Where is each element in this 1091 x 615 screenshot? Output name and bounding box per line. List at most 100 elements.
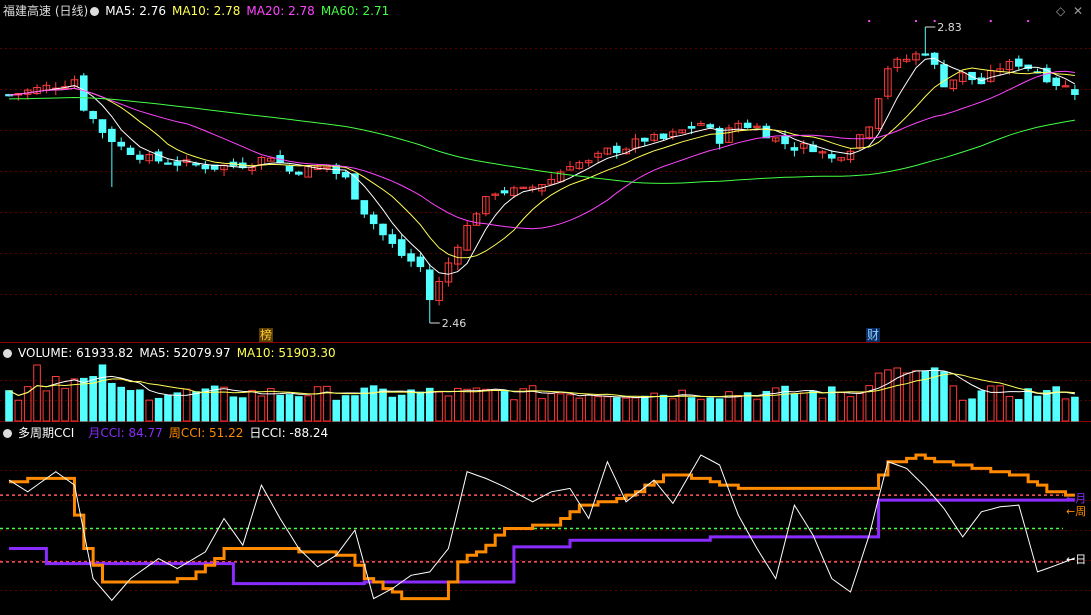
candles bbox=[5, 27, 1079, 323]
signal-dot bbox=[989, 20, 992, 22]
close-icon[interactable]: ✕ bbox=[1073, 4, 1083, 18]
cci-month-label: 月CCI: 84.77 bbox=[88, 426, 163, 440]
volume-bar-up bbox=[482, 388, 490, 422]
volume-bar-down bbox=[80, 377, 88, 422]
volume-bar-up bbox=[14, 399, 23, 422]
vol-ma5-label: MA5: 52079.97 bbox=[139, 346, 231, 360]
volume-bar-down bbox=[351, 395, 359, 422]
candle-down bbox=[659, 133, 668, 139]
volume-bar-down bbox=[238, 397, 247, 422]
collapse-icon[interactable] bbox=[3, 349, 12, 358]
candle-down bbox=[285, 165, 294, 172]
candle-down bbox=[295, 171, 303, 175]
volume-bar-up bbox=[799, 392, 808, 422]
candle-down bbox=[743, 122, 752, 128]
volume-bar-down bbox=[210, 385, 219, 422]
candle-down bbox=[80, 75, 88, 111]
candle-down bbox=[500, 190, 509, 194]
volume-bar-up bbox=[734, 395, 743, 422]
volume-bar-down bbox=[136, 389, 144, 422]
candle-down bbox=[790, 147, 799, 151]
candle-down bbox=[1071, 89, 1079, 96]
volume-bar-up bbox=[547, 392, 556, 422]
candle-down bbox=[1015, 58, 1023, 67]
volume-bar-up bbox=[519, 388, 528, 422]
volume-bar-up bbox=[697, 398, 705, 422]
volume-bar-up bbox=[753, 398, 761, 422]
volume-bar-up bbox=[23, 386, 32, 422]
volume-bar-up bbox=[958, 399, 967, 422]
volume-bar-up bbox=[1061, 398, 1070, 422]
volume-bar-down bbox=[407, 389, 415, 422]
volume-bar-up bbox=[182, 388, 191, 422]
volume-bar-up bbox=[996, 385, 1004, 422]
volume-bar-up bbox=[538, 398, 546, 422]
cci-day-end-label: ←日 bbox=[1066, 553, 1087, 566]
vol-ma5-line bbox=[8, 369, 1075, 399]
volume-bar-down bbox=[388, 396, 397, 422]
candle-down bbox=[388, 234, 397, 244]
ma20-label: MA20: 2.78 bbox=[246, 4, 315, 18]
ma5-line bbox=[8, 57, 1076, 275]
volume-bar-down bbox=[706, 397, 715, 422]
candle-down bbox=[781, 135, 789, 145]
volume-bar-down bbox=[397, 394, 406, 422]
candle-down bbox=[397, 239, 406, 256]
candle-down bbox=[641, 137, 649, 142]
volume-bar-down bbox=[500, 391, 509, 422]
volume-bar-down bbox=[332, 399, 341, 422]
candle-down bbox=[108, 128, 116, 143]
collapse-icon[interactable] bbox=[3, 429, 12, 438]
volume-bar-up bbox=[491, 389, 499, 422]
volume-bar-down bbox=[126, 390, 135, 422]
volume-bar-up bbox=[454, 387, 462, 422]
volume-bar-up bbox=[444, 395, 453, 422]
collapse-icon[interactable] bbox=[90, 7, 100, 16]
volume-bar-down bbox=[968, 398, 976, 422]
candle-down bbox=[921, 53, 930, 56]
volume-bar-up bbox=[912, 370, 920, 422]
candle-down bbox=[89, 111, 97, 120]
volume-bar-up bbox=[631, 397, 640, 422]
volume-bar-up bbox=[949, 385, 958, 422]
candle-down bbox=[612, 145, 621, 154]
volume-bar-up bbox=[61, 387, 69, 422]
volume-bar-down bbox=[108, 382, 116, 422]
cci-week-label: 周CCI: 51.22 bbox=[168, 426, 244, 440]
volume-bar-down bbox=[117, 386, 126, 422]
ma60-label: MA60: 2.71 bbox=[320, 4, 390, 18]
settings-diamond-icon[interactable]: ◇ bbox=[1056, 4, 1065, 18]
cai-marker[interactable]: 财 bbox=[866, 328, 881, 342]
candle-down bbox=[126, 147, 135, 155]
volume-bar-up bbox=[472, 387, 481, 422]
stock-chart[interactable]: 2.83 2.46 bbox=[0, 0, 1091, 615]
volume-bar-down bbox=[295, 396, 303, 422]
volume-bar-down bbox=[154, 397, 163, 422]
candle-down bbox=[351, 173, 359, 200]
bang-marker[interactable]: 榜 bbox=[259, 328, 274, 342]
candle-down bbox=[687, 126, 696, 129]
volume-bar-up bbox=[145, 399, 154, 422]
volume-bar-down bbox=[369, 385, 378, 422]
volume-bar-down bbox=[1043, 390, 1051, 422]
volume-bar-up bbox=[556, 393, 565, 422]
volume-bar-up bbox=[463, 388, 471, 422]
volume-bar-down bbox=[940, 371, 948, 422]
volume-bar-down bbox=[977, 390, 986, 422]
candle-down bbox=[762, 125, 771, 139]
candle-down bbox=[341, 171, 350, 178]
signal-dot bbox=[1027, 20, 1030, 22]
volume-bar-down bbox=[659, 394, 668, 422]
volume-label: VOLUME: 61933.82 bbox=[18, 346, 134, 360]
candle-down bbox=[201, 164, 210, 170]
ma10-label: MA10: 2.78 bbox=[171, 4, 241, 18]
ma60-line bbox=[8, 96, 1075, 184]
candle-down bbox=[369, 214, 378, 225]
volume-bar-down bbox=[98, 364, 107, 422]
volume-bar-down bbox=[743, 392, 752, 422]
volume-bar-up bbox=[257, 395, 266, 422]
volume-bar-up bbox=[893, 367, 902, 422]
volume-bar-up bbox=[622, 397, 630, 422]
candle-down bbox=[173, 161, 182, 166]
candle-down bbox=[416, 256, 425, 268]
